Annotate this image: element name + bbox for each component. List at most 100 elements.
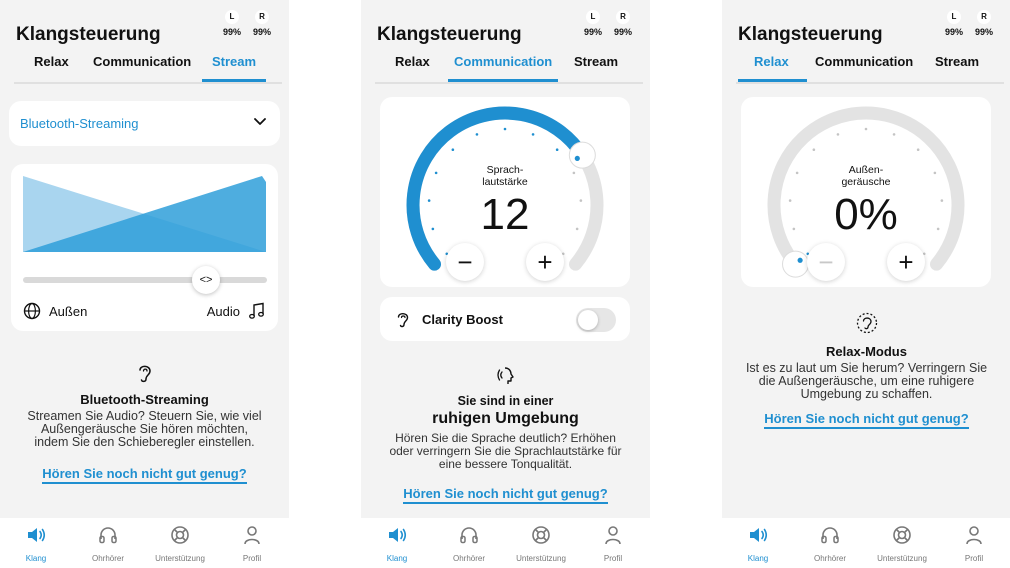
- battery-right: R 99%: [973, 10, 995, 37]
- battery-right-value: 99%: [974, 27, 993, 37]
- nav-label-klang: Klang: [25, 554, 47, 563]
- tab-communication[interactable]: Communication: [93, 54, 191, 79]
- tab-communication[interactable]: Communication: [815, 54, 913, 79]
- tab-relax[interactable]: Relax: [738, 54, 807, 82]
- battery-right: R 99%: [251, 10, 273, 37]
- help-link[interactable]: Hören Sie noch nicht gut genug?: [42, 466, 247, 484]
- nav-item-unterstuetzung[interactable]: Unterstützung: [866, 524, 938, 563]
- mode-dropdown[interactable]: Bluetooth-Streaming: [9, 101, 280, 146]
- slider-right-label: Audio: [206, 303, 240, 319]
- clarity-boost-label: Clarity Boost: [422, 312, 503, 327]
- gauge-handle[interactable]: [782, 250, 810, 278]
- info-line2: ruhigen Umgebung: [432, 410, 579, 427]
- gauge-tick: [892, 133, 896, 136]
- ear-icon: [397, 312, 409, 328]
- tab-bar: Relax Communication Stream: [375, 52, 643, 84]
- speaker-icon: [750, 528, 768, 542]
- info-text: Ist es zu laut um Sie herum? Verringern …: [745, 361, 988, 401]
- gauge-tick: [531, 133, 535, 136]
- info-line1: Sie sind in einer: [457, 394, 554, 408]
- mix-slider-handle[interactable]: <>: [192, 266, 220, 294]
- relax-ear-icon: [856, 312, 877, 334]
- speech-volume-card: Sprach- lautstärke 12 − +: [380, 97, 630, 287]
- nav-label-unterstuetzung: Unterstützung: [516, 554, 566, 563]
- nav-label-ohrhoerer: Ohrhörer: [452, 554, 485, 563]
- slider-left-end: Außen: [23, 302, 87, 320]
- page-title: Klangsteuerung: [738, 24, 883, 45]
- nav-item-unterstuetzung[interactable]: Unterstützung: [505, 524, 577, 563]
- page-title: Klangsteuerung: [16, 24, 161, 45]
- dropdown-value: Bluetooth-Streaming: [20, 116, 139, 131]
- nav-item-ohrhoerer[interactable]: Ohrhörer: [433, 524, 505, 563]
- gauge-tick: [864, 127, 868, 131]
- bottom-nav: Klang Ohrhörer Unterstützung Profil: [722, 518, 1010, 568]
- nav-item-klang[interactable]: Klang: [722, 524, 794, 563]
- bottom-nav: Klang Ohrhörer Unterstützung Profil: [361, 518, 650, 568]
- nav-label-unterstuetzung: Unterstützung: [155, 554, 205, 563]
- clarity-boost-toggle[interactable]: [576, 308, 616, 332]
- nav-item-klang[interactable]: Klang: [0, 524, 72, 563]
- ambient-sound-card: Außen- geräusche 0% − +: [741, 97, 991, 287]
- speaking-head-icon: [496, 367, 514, 384]
- gauge-tick: [812, 148, 816, 152]
- stream-screen: Klangsteuerung L 99% R 99% Relax Communi…: [0, 0, 289, 568]
- lifebuoy-icon: [893, 526, 911, 544]
- headphones-icon: [821, 527, 839, 544]
- gauge-tick: [836, 133, 840, 136]
- mix-slider[interactable]: <>: [23, 266, 267, 294]
- battery-left-label: L: [586, 10, 600, 24]
- gauge-label-line1: Sprach-: [486, 164, 524, 176]
- lifebuoy-icon: [532, 526, 550, 544]
- gauge-tick: [451, 148, 455, 152]
- tab-stream[interactable]: Stream: [935, 54, 979, 79]
- person-icon: [244, 526, 260, 545]
- decrease-button[interactable]: −: [807, 243, 845, 281]
- nav-label-profil: Profil: [964, 554, 984, 563]
- gauge-handle-marker: [574, 155, 580, 162]
- nav-item-ohrhoerer[interactable]: Ohrhörer: [794, 524, 866, 563]
- nav-label-klang: Klang: [386, 554, 408, 563]
- increase-button[interactable]: +: [887, 243, 925, 281]
- gauge-label-line1: Außen-: [848, 164, 884, 176]
- nav-item-klang[interactable]: Klang: [361, 524, 433, 563]
- info-text: Streamen Sie Audio? Steuern Sie, wie vie…: [27, 409, 262, 449]
- tab-relax[interactable]: Relax: [395, 54, 430, 79]
- gauge-value: 12: [480, 190, 530, 239]
- person-icon: [966, 526, 982, 545]
- toggle-knob: [578, 310, 598, 330]
- page-title: Klangsteuerung: [377, 24, 522, 45]
- info-section: Sie sind in einer ruhigen Umgebung Hören…: [361, 366, 650, 504]
- help-link[interactable]: Hören Sie noch nicht gut genug?: [403, 486, 608, 504]
- info-section: Relax-Modus Ist es zu laut um Sie herum?…: [722, 312, 1010, 429]
- gauge-value: 0%: [834, 190, 898, 239]
- nav-item-profil[interactable]: Profil: [577, 524, 649, 563]
- tab-relax[interactable]: Relax: [34, 54, 69, 79]
- increase-button[interactable]: +: [526, 243, 564, 281]
- tab-stream[interactable]: Stream: [574, 54, 618, 79]
- battery-left-value: 99%: [583, 27, 602, 37]
- battery-right: R 99%: [612, 10, 634, 37]
- info-section: Bluetooth-Streaming Streamen Sie Audio? …: [0, 362, 289, 484]
- decrease-button[interactable]: −: [446, 243, 484, 281]
- battery-left-label: L: [947, 10, 961, 24]
- battery-right-value: 99%: [252, 27, 271, 37]
- nav-label-ohrhoerer: Ohrhörer: [91, 554, 124, 563]
- battery-left: L 99%: [221, 10, 243, 37]
- nav-item-profil[interactable]: Profil: [216, 524, 288, 563]
- gauge-tick: [916, 148, 920, 152]
- gauge-label-line2: geräusche: [841, 176, 891, 188]
- bottom-nav: Klang Ohrhörer Unterstützung Profil: [0, 518, 289, 568]
- battery-right-label: R: [977, 10, 991, 24]
- nav-label-profil: Profil: [603, 554, 623, 563]
- nav-item-profil[interactable]: Profil: [938, 524, 1010, 563]
- tab-stream[interactable]: Stream: [202, 54, 267, 82]
- gauge-label-line2: lautstärke: [482, 176, 528, 188]
- nav-label-klang: Klang: [747, 554, 769, 563]
- info-title: Bluetooth-Streaming: [80, 392, 209, 407]
- mix-graphic: [23, 176, 266, 252]
- tab-communication[interactable]: Communication: [448, 54, 559, 82]
- tab-bar: Relax Communication Stream: [736, 52, 1004, 84]
- nav-item-ohrhoerer[interactable]: Ohrhörer: [72, 524, 144, 563]
- nav-item-unterstuetzung[interactable]: Unterstützung: [144, 524, 216, 563]
- help-link[interactable]: Hören Sie noch nicht gut genug?: [764, 411, 969, 429]
